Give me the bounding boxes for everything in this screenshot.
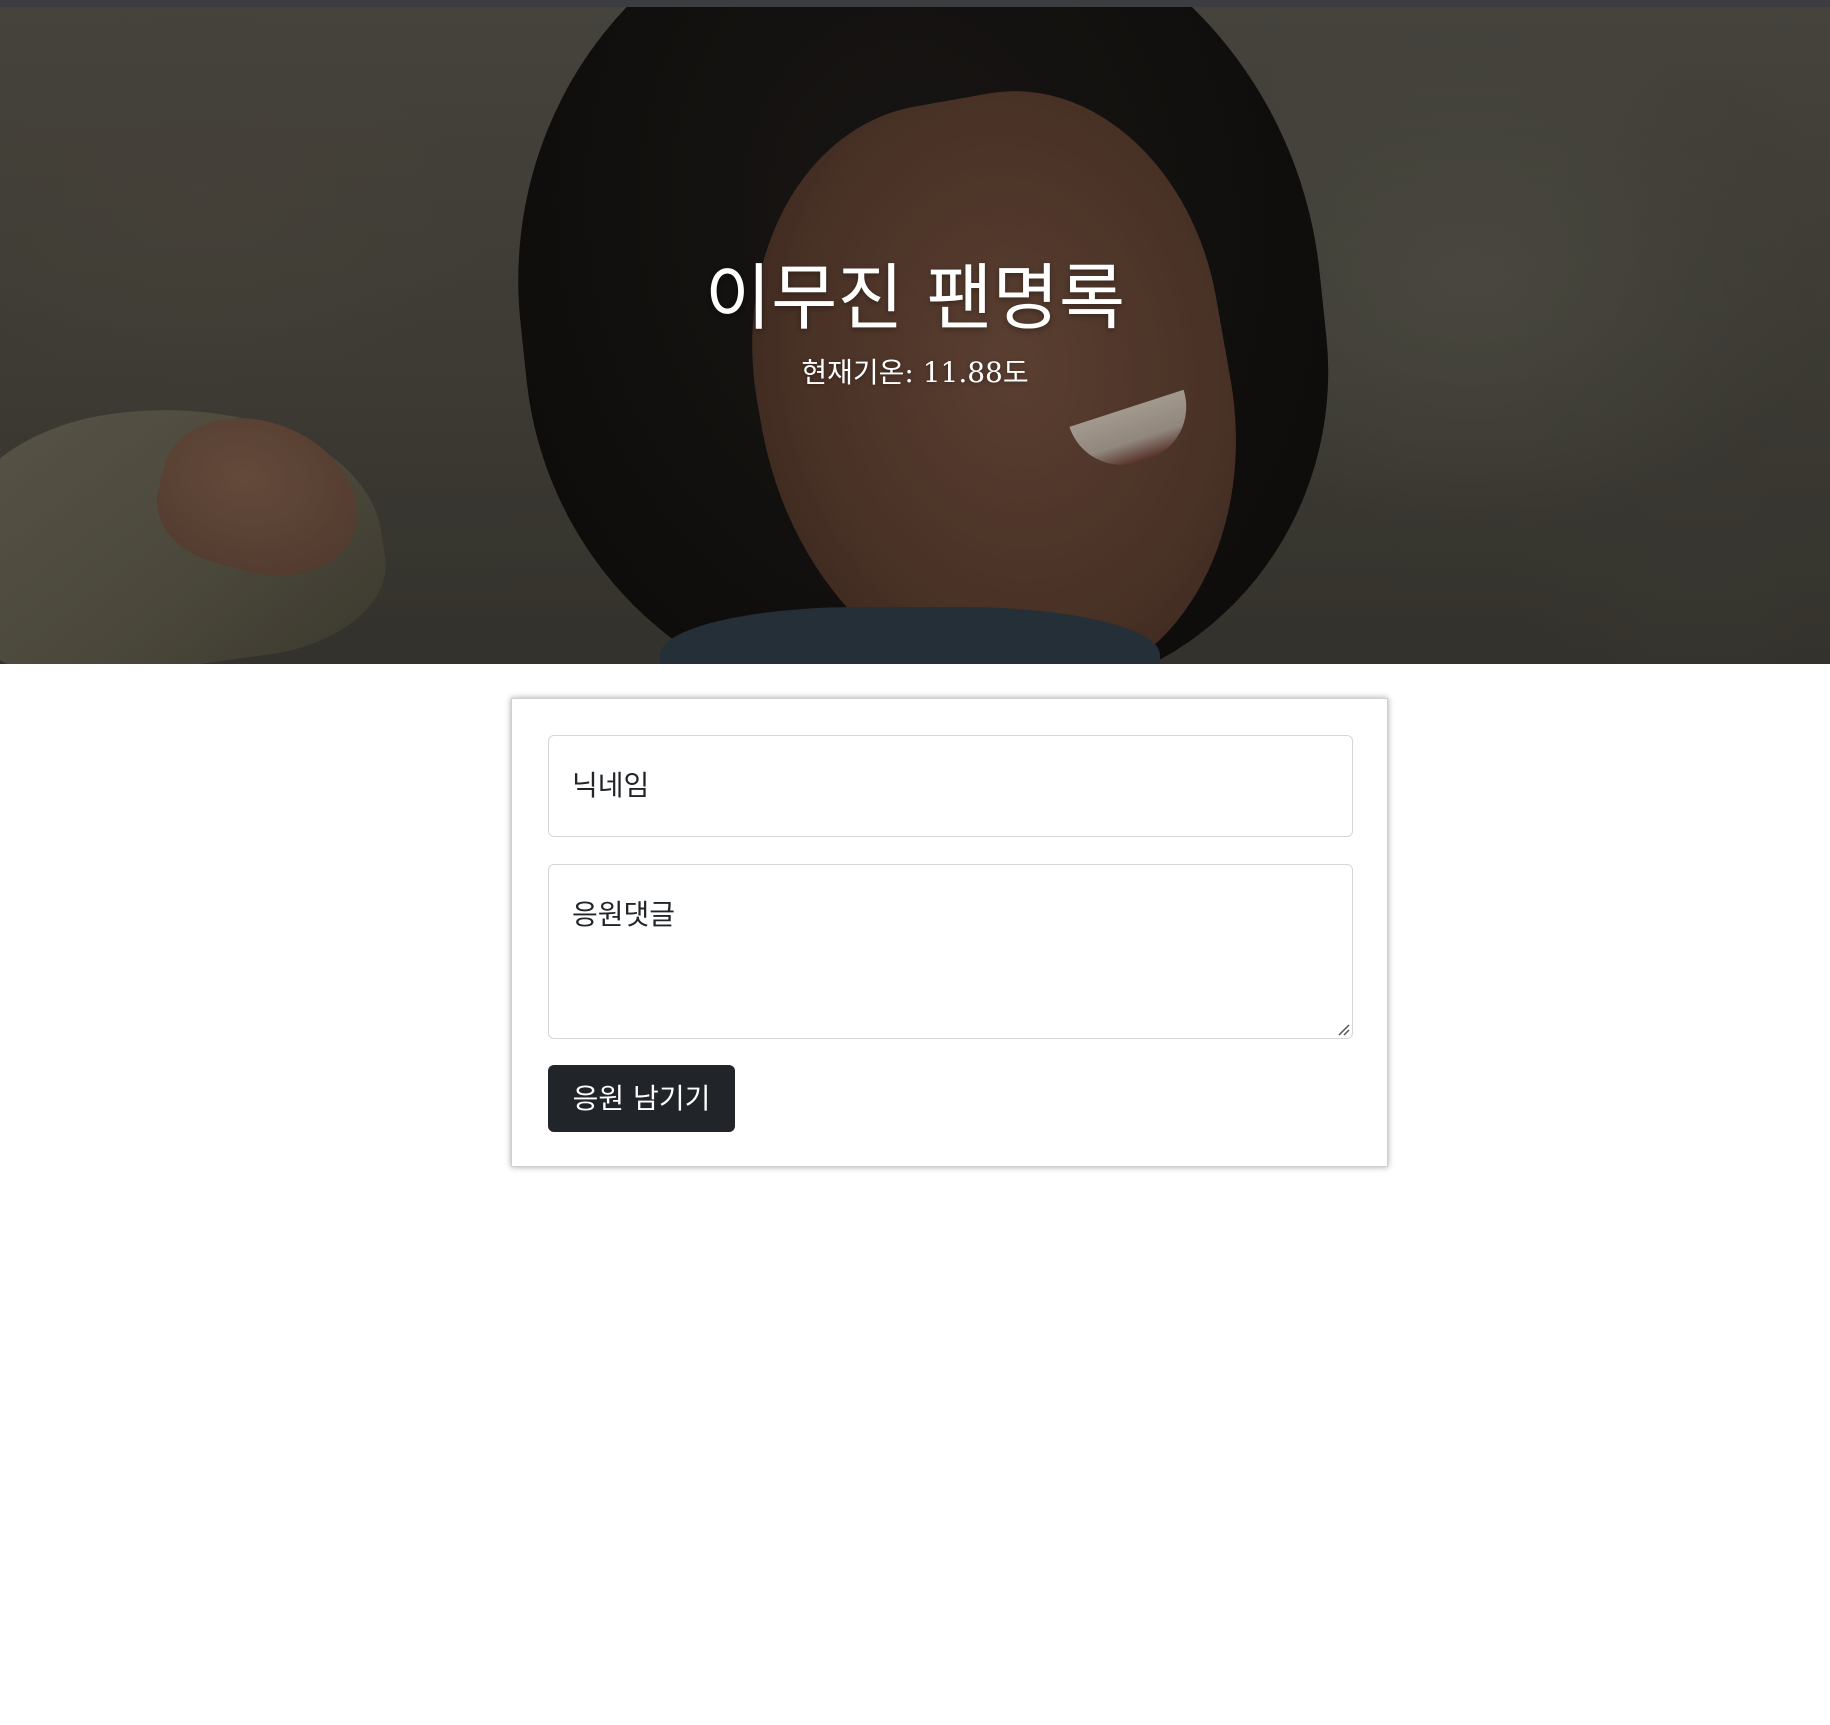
current-temperature: 현재기온: 11.88도 — [801, 356, 1029, 389]
submit-cheer-button[interactable]: 응원 남기기 — [548, 1065, 735, 1132]
comment-placeholder: 응원댓글 — [572, 898, 676, 931]
comment-form-card: 닉네임 응원댓글 응원 남기기 — [511, 698, 1388, 1167]
comment-textarea[interactable]: 응원댓글 — [548, 864, 1353, 1039]
resize-handle-icon[interactable] — [1336, 1022, 1350, 1036]
nickname-input[interactable]: 닉네임 — [548, 735, 1353, 837]
nickname-placeholder: 닉네임 — [572, 769, 650, 802]
hero-banner: 이무진 팬명록 현재기온: 11.88도 — [0, 7, 1830, 664]
browser-top-edge — [0, 0, 1830, 7]
page-title: 이무진 팬명록 — [704, 256, 1126, 340]
